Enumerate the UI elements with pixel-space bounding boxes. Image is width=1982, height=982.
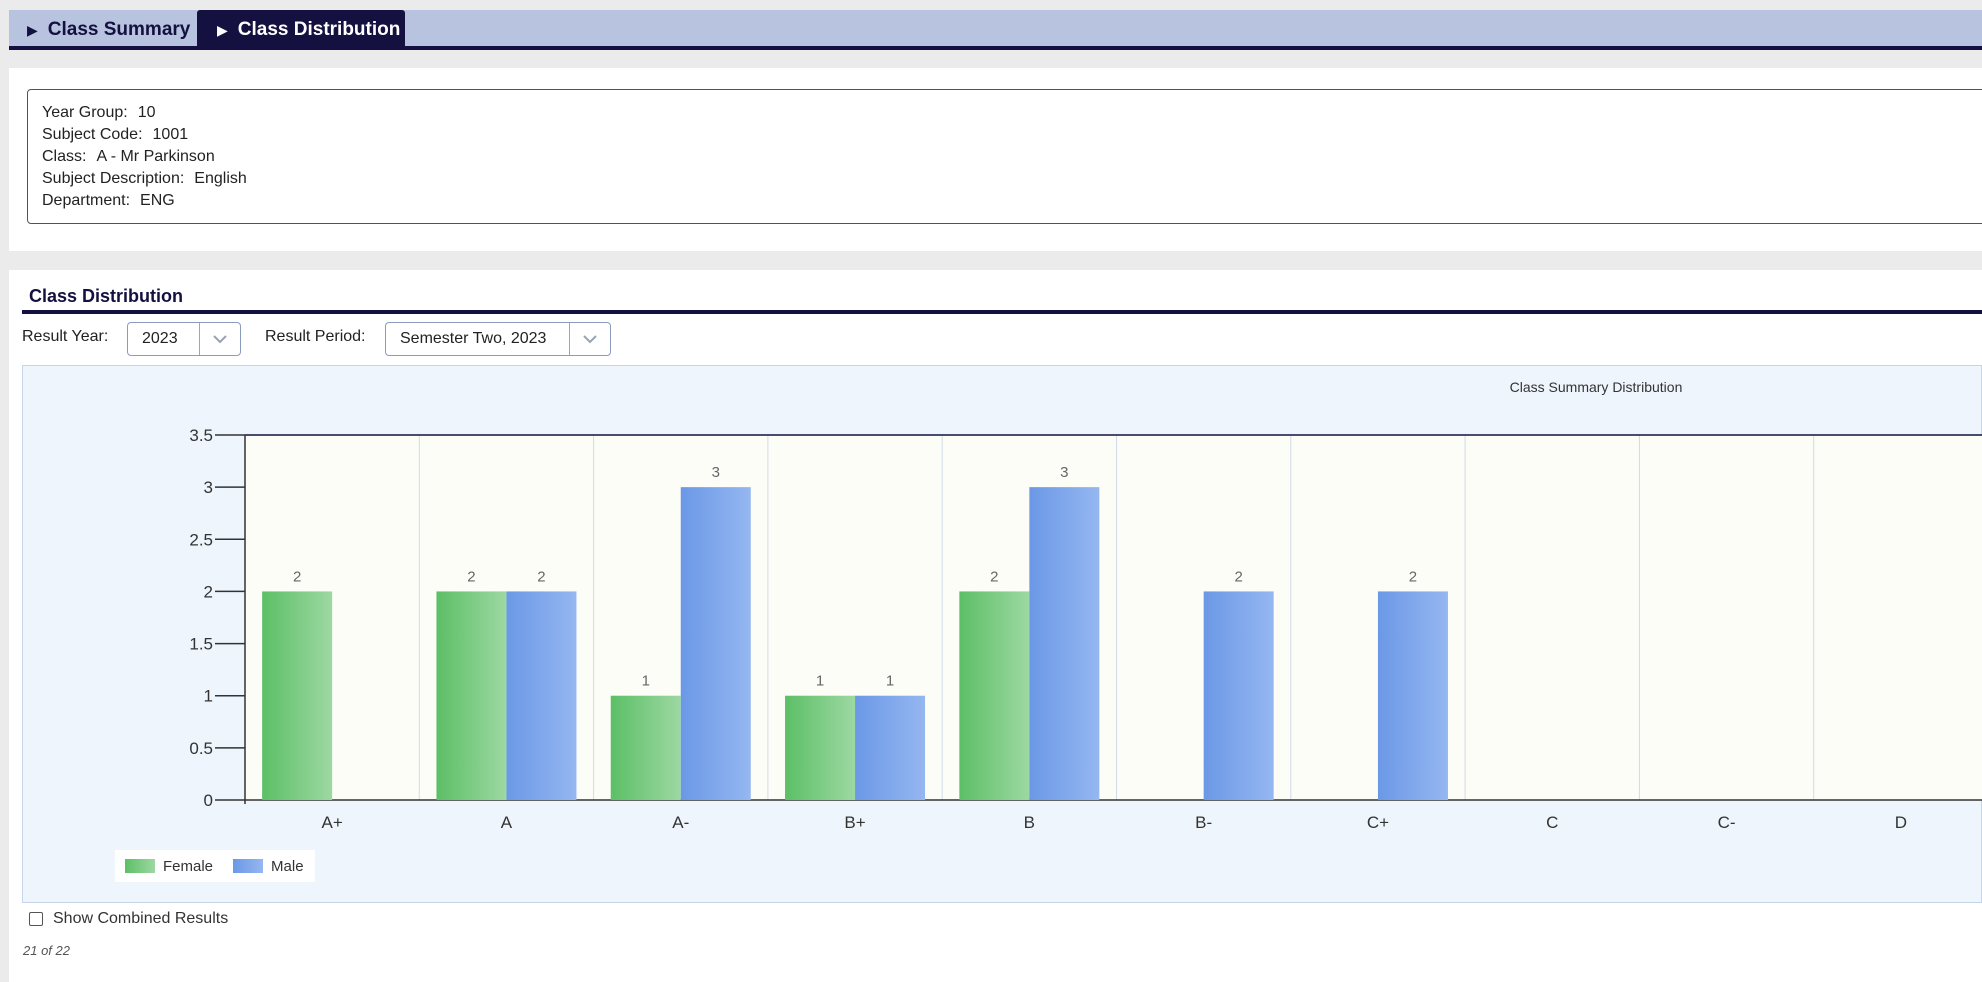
- class-distribution-panel: Class Distribution Result Year: 2023 Res…: [9, 270, 1982, 982]
- bar-female: [785, 695, 856, 800]
- bar-female: [436, 591, 507, 800]
- chart-title: Class Summary Distribution: [1510, 379, 1683, 395]
- info-row-class: Class: A - Mr Parkinson: [42, 146, 1972, 168]
- y-tick-label: 1.5: [189, 635, 213, 654]
- data-label: 3: [712, 464, 720, 481]
- section-title: Class Distribution: [29, 286, 184, 306]
- info-value: 1001: [152, 126, 189, 143]
- y-tick-label: 3.5: [189, 426, 213, 445]
- data-label: 1: [816, 673, 824, 690]
- x-tick-label: B+: [844, 813, 865, 832]
- result-period-value: Semester Two, 2023: [400, 330, 547, 347]
- info-value: English: [194, 170, 247, 187]
- bar-female: [610, 695, 681, 800]
- result-year-select[interactable]: 2023: [127, 322, 241, 356]
- show-combined-results[interactable]: Show Combined Results: [29, 910, 228, 928]
- distribution-chart: Class Summary Distribution 0 0.5 1 1.5 2 2.5 3 3…: [22, 365, 1982, 903]
- tab-label: Class Summary: [47, 19, 191, 40]
- bar-male: [1203, 591, 1274, 800]
- data-label: 2: [1234, 568, 1242, 585]
- play-triangle-icon: ▶: [217, 21, 228, 38]
- result-period-select[interactable]: Semester Two, 2023: [385, 322, 611, 356]
- legend-label: Male: [271, 857, 304, 875]
- legend-item-male[interactable]: Male: [233, 858, 304, 875]
- legend-item-female[interactable]: Female: [125, 858, 213, 875]
- result-year-value: 2023: [142, 330, 178, 347]
- tab-label: Class Distribution: [237, 19, 401, 40]
- bar-male: [680, 487, 751, 800]
- result-period-label: Result Period:: [265, 328, 366, 345]
- info-label: Subject Code:: [42, 126, 143, 143]
- bar-male: [1029, 487, 1100, 800]
- y-tick-label: 3: [204, 478, 213, 497]
- data-label: 3: [1060, 464, 1068, 481]
- legend-swatch-female: [125, 859, 155, 873]
- info-row-subject-description: Subject Description: English: [42, 168, 1972, 190]
- x-tick-label: C: [1546, 813, 1558, 832]
- x-tick-label: C-: [1718, 813, 1736, 832]
- info-row-subject-code: Subject Code: 1001: [42, 124, 1972, 146]
- info-label: Subject Description:: [42, 170, 185, 187]
- play-triangle-icon: ▶: [27, 21, 38, 38]
- info-row-year-group: Year Group: 10: [42, 102, 1972, 124]
- info-value: ENG: [140, 192, 175, 209]
- result-year-label: Result Year:: [22, 328, 109, 345]
- y-tick-label: 2: [204, 582, 213, 601]
- x-tick-label: A+: [322, 813, 343, 832]
- class-info-panel: Year Group: 10 Subject Code: 1001 Class: A …: [9, 68, 1982, 251]
- info-value: 10: [137, 104, 156, 121]
- data-label: 1: [886, 673, 894, 690]
- tab-class-distribution[interactable]: ▶ Class Distribution: [197, 10, 405, 50]
- x-tick-label: B: [1024, 813, 1035, 832]
- legend-label: Female: [163, 857, 214, 875]
- x-tick-label: C+: [1367, 813, 1389, 832]
- bar-male: [506, 591, 577, 800]
- data-label: 1: [642, 673, 650, 690]
- info-label: Department:: [42, 192, 131, 209]
- bar-male: [1377, 591, 1448, 800]
- x-tick-label: B-: [1195, 813, 1212, 832]
- info-label: Year Group:: [42, 104, 128, 121]
- section-divider: [22, 310, 1982, 314]
- bar-female: [262, 591, 333, 800]
- y-tick-label: 0.5: [189, 739, 213, 758]
- record-pager: 21 of 22: [23, 943, 70, 958]
- chart-legend: Female Male: [115, 850, 315, 882]
- y-tick-label: 2.5: [189, 530, 213, 549]
- tab-bar: ▶ Class Summary ▶ Class Distribution: [9, 10, 1982, 50]
- data-label: 2: [467, 568, 475, 585]
- data-label: 2: [293, 568, 301, 585]
- y-tick-label: 0: [204, 791, 213, 810]
- legend-swatch-male: [233, 859, 264, 873]
- x-tick-label: A-: [672, 813, 689, 832]
- combined-results-checkbox[interactable]: [29, 912, 43, 926]
- info-label: Class:: [42, 148, 87, 165]
- x-tick-label: A: [501, 813, 513, 832]
- data-label: 2: [537, 568, 545, 585]
- combined-results-label: Show Combined Results: [53, 910, 229, 927]
- x-tick-label: D: [1895, 813, 1907, 832]
- chart-canvas: Class Summary Distribution 0 0.5 1 1.5 2 2.5 3 3…: [189, 379, 1982, 832]
- y-tick-label: 1: [204, 687, 213, 706]
- bar-female: [959, 591, 1030, 800]
- data-label: 2: [1409, 568, 1417, 585]
- info-value: A - Mr Parkinson: [96, 148, 215, 165]
- chevron-down-icon[interactable]: [199, 323, 240, 355]
- class-info-box: Year Group: 10 Subject Code: 1001 Class: A …: [27, 89, 1982, 224]
- tab-class-summary[interactable]: ▶ Class Summary: [9, 10, 197, 50]
- info-row-department: Department: ENG: [42, 190, 1972, 212]
- chevron-down-icon[interactable]: [569, 323, 610, 355]
- bar-male: [855, 695, 926, 800]
- data-label: 2: [990, 568, 998, 585]
